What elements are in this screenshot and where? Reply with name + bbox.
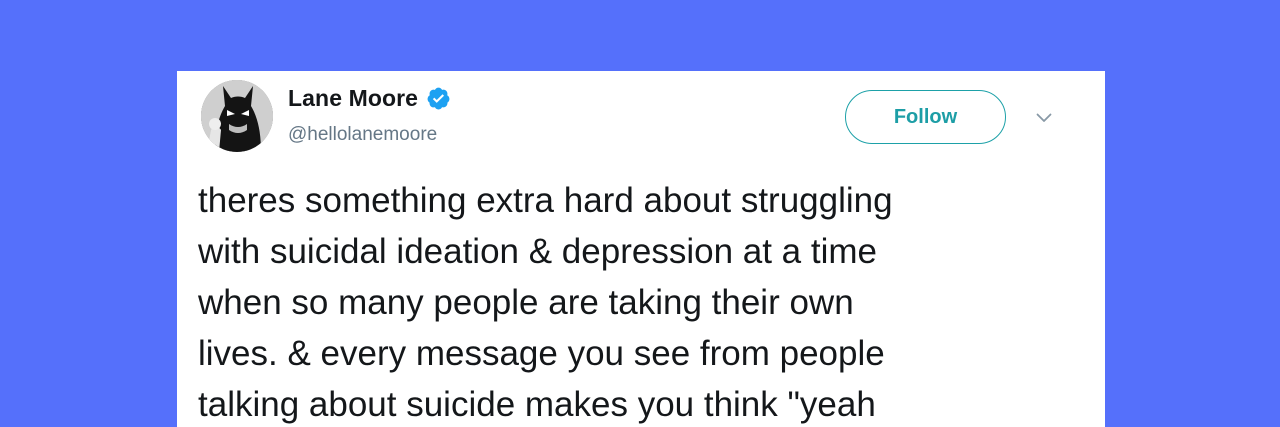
tweet-text: theres something extra hard about strugg…: [198, 175, 1098, 427]
chevron-down-icon: [1036, 110, 1052, 128]
display-name[interactable]: Lane Moore: [288, 85, 418, 112]
author-name-row: Lane Moore: [288, 85, 451, 112]
tweet-text-line: when so many people are taking their own: [198, 283, 854, 322]
tweet-text-line: lives. & every message you see from peop…: [198, 334, 885, 373]
tweet-text-line: talking about suicide makes you think "y…: [198, 385, 876, 424]
follow-button[interactable]: Follow: [845, 90, 1006, 144]
avatar[interactable]: [201, 80, 273, 152]
tweet-text-line: with suicidal ideation & depression at a…: [198, 232, 877, 271]
author-handle[interactable]: @hellolanemoore: [288, 124, 437, 146]
tweet-card: Lane Moore @hellolanemoore Follow theres…: [177, 71, 1105, 427]
more-options-button[interactable]: [1032, 107, 1056, 131]
tweet-text-line: theres something extra hard about strugg…: [198, 181, 893, 220]
avatar-image: [201, 80, 273, 152]
verified-badge-icon: [426, 86, 451, 111]
